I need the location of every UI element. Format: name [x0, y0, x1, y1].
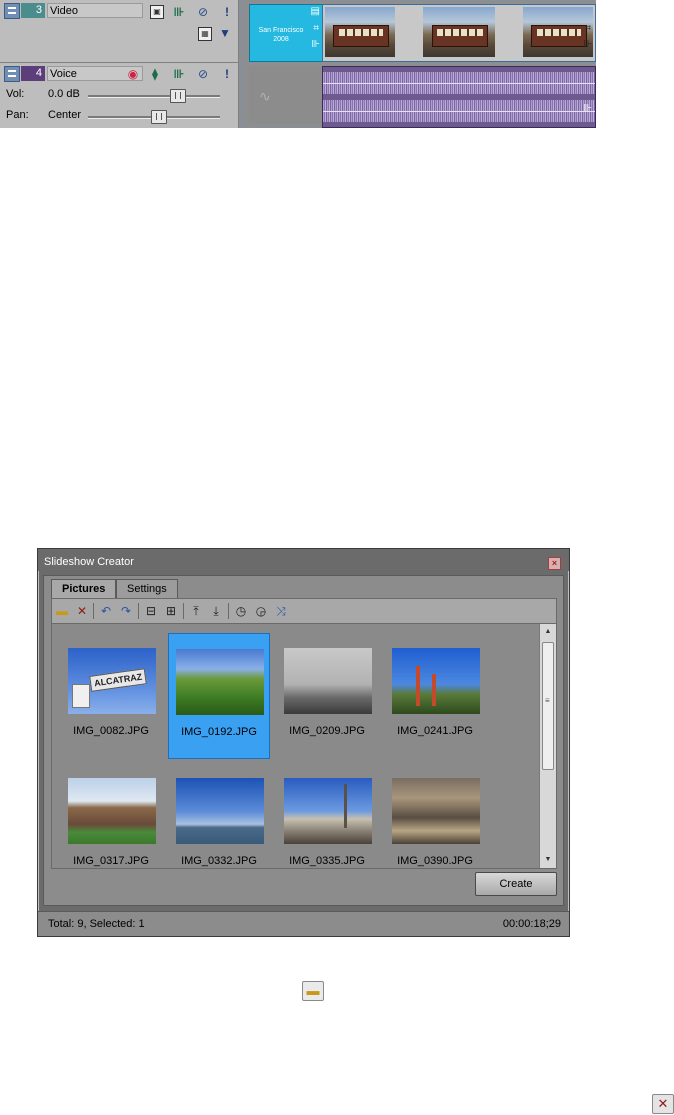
image-thumbnail	[176, 649, 264, 715]
image-thumbnail	[392, 778, 480, 844]
track-motion-icon[interactable]: ▼	[218, 26, 232, 40]
image-thumbnail	[284, 648, 372, 714]
rotate-right-icon[interactable]: ↷	[118, 603, 134, 619]
event-fx-icon[interactable]: ⊪	[583, 39, 592, 50]
delete-icon[interactable]: ✕	[652, 1094, 674, 1114]
window-title: Slideshow Creator	[44, 556, 134, 568]
image-item[interactable]: IMG_0241.JPG	[385, 633, 485, 757]
image-thumbnail	[284, 778, 372, 844]
image-thumbnail	[68, 778, 156, 844]
pan-slider-thumb[interactable]	[151, 110, 167, 124]
image-thumbnail	[68, 648, 156, 714]
track-header-video[interactable]: 3 Video ▣ ⊪ ⊘ ! ▦ ▼	[0, 0, 239, 63]
crop-icon[interactable]: ⌗	[585, 23, 591, 34]
sort-time-asc-icon[interactable]: ◷	[233, 603, 249, 619]
volume-label: Vol:	[6, 88, 25, 100]
track-collapse-icon[interactable]	[4, 3, 20, 19]
image-item[interactable]: IMG_0390.JPG	[385, 763, 485, 868]
image-item[interactable]: IMG_0082.JPG	[61, 633, 161, 757]
image-item[interactable]: IMG_0317.JPG	[61, 763, 161, 868]
track-header-voice[interactable]: 4 Voice ◉ ⧫ ⊪ ⊘ ! Vol: 0.0 dB Pan: Cente…	[0, 63, 239, 128]
slideshow-panel: Pictures Settings ▬ ✕ ↶ ↷ ⊟ ⊞ ⤒ ⤓ ◷ ◶ ⤨ …	[43, 575, 564, 906]
rotate-left-icon[interactable]: ↶	[98, 603, 114, 619]
image-filename: IMG_0192.JPG	[181, 726, 257, 738]
move-left-icon[interactable]: ⊟	[143, 603, 159, 619]
scroll-up-icon[interactable]: ▲	[540, 624, 556, 640]
mute-icon[interactable]: ⊘	[196, 5, 210, 19]
crop-icon[interactable]: ⌗	[313, 23, 319, 34]
image-thumbnail	[392, 648, 480, 714]
event-fx-icon[interactable]: ⊪	[583, 103, 592, 114]
timeline: 3 Video ▣ ⊪ ⊘ ! ▦ ▼ 4 Voice ◉ ⧫ ⊪ ⊘ ! Vo…	[0, 0, 596, 128]
image-grid: IMG_0082.JPG IMG_0192.JPG IMG_0209.JPG I…	[51, 623, 557, 869]
open-folder-icon[interactable]: ▬	[302, 981, 324, 1001]
event-fx-icon[interactable]: ⊪	[311, 39, 320, 50]
video-thumbnail	[423, 7, 495, 57]
title-clip-line2: 2008	[273, 36, 289, 43]
total-duration: 00:00:18;29	[502, 918, 561, 930]
tab-pictures[interactable]: Pictures	[51, 579, 117, 599]
track-name-field[interactable]: Video	[47, 3, 143, 18]
image-thumbnail	[176, 778, 264, 844]
waveform-icon: ∿	[259, 88, 271, 104]
volume-slider-thumb[interactable]	[170, 89, 186, 103]
effects-icon[interactable]: ⊪	[172, 67, 186, 81]
scrollbar-thumb[interactable]: ≡	[542, 642, 554, 770]
move-first-icon[interactable]: ⤒	[188, 603, 204, 619]
film-icon: ▤	[310, 6, 320, 17]
status-bar: Total: 9, Selected: 1 00:00:18;29	[38, 911, 569, 936]
move-right-icon[interactable]: ⊞	[163, 603, 179, 619]
parent-composite-icon[interactable]: ▦	[198, 27, 212, 41]
pan-label: Pan:	[6, 109, 29, 121]
mute-icon[interactable]: ⊘	[196, 67, 210, 81]
pictures-toolbar: ▬ ✕ ↶ ↷ ⊟ ⊞ ⤒ ⤓ ◷ ◶ ⤨	[51, 598, 557, 624]
pan-value: Center	[48, 109, 82, 121]
track-number: 3	[21, 3, 45, 18]
image-filename: IMG_0241.JPG	[397, 725, 473, 737]
solo-icon[interactable]: !	[220, 67, 234, 81]
image-filename: IMG_0390.JPG	[397, 855, 473, 867]
image-filename: IMG_0209.JPG	[289, 725, 365, 737]
selection-status: Total: 9, Selected: 1	[48, 918, 145, 930]
image-item[interactable]: IMG_0332.JPG	[169, 763, 269, 868]
image-item[interactable]: IMG_0209.JPG	[277, 633, 377, 757]
title-clip-line1: San Francisco	[258, 27, 304, 34]
scroll-down-icon[interactable]: ▼	[540, 852, 556, 868]
video-thumbnail	[325, 7, 395, 57]
image-filename: IMG_0082.JPG	[73, 725, 149, 737]
audio-event-clip[interactable]: ⊪	[322, 66, 596, 128]
track-number: 4	[21, 66, 45, 81]
sort-time-desc-icon[interactable]: ◶	[253, 603, 269, 619]
track-fx-icon[interactable]: ⊪	[172, 5, 186, 19]
volume-value: 0.0 dB	[48, 88, 80, 100]
title-event-clip[interactable]: San Francisco 2008 ▤ ⌗ ⊪	[249, 4, 323, 62]
solo-icon[interactable]: !	[220, 5, 234, 19]
shuffle-icon[interactable]: ⤨	[273, 603, 289, 619]
delete-icon[interactable]: ✕	[74, 603, 90, 619]
tab-settings[interactable]: Settings	[116, 579, 178, 599]
window-titlebar[interactable]: Slideshow Creator ×	[38, 549, 569, 571]
image-filename: IMG_0335.JPG	[289, 855, 365, 867]
pan-slider[interactable]	[88, 110, 220, 124]
open-folder-icon[interactable]: ▬	[54, 603, 70, 619]
close-icon[interactable]: ×	[548, 557, 561, 570]
create-button[interactable]: Create	[475, 872, 557, 896]
slideshow-creator-window: Slideshow Creator × Pictures Settings ▬ …	[37, 548, 570, 937]
track-collapse-icon[interactable]	[4, 66, 20, 82]
volume-slider[interactable]	[88, 89, 220, 103]
image-filename: IMG_0332.JPG	[181, 855, 257, 867]
image-item-selected[interactable]: IMG_0192.JPG	[168, 633, 270, 759]
vertical-scrollbar[interactable]: ▲ ≡ ▼	[539, 624, 556, 868]
video-event-clip[interactable]: ⌗ ⊪	[322, 4, 596, 62]
compositing-mode-icon[interactable]: ▣	[150, 5, 164, 19]
image-item[interactable]: IMG_0335.JPG	[277, 763, 377, 868]
arm-record-icon[interactable]: ◉	[126, 67, 140, 81]
move-last-icon[interactable]: ⤓	[208, 603, 224, 619]
image-filename: IMG_0317.JPG	[73, 855, 149, 867]
track-fx-icon[interactable]: ⧫	[148, 67, 162, 81]
